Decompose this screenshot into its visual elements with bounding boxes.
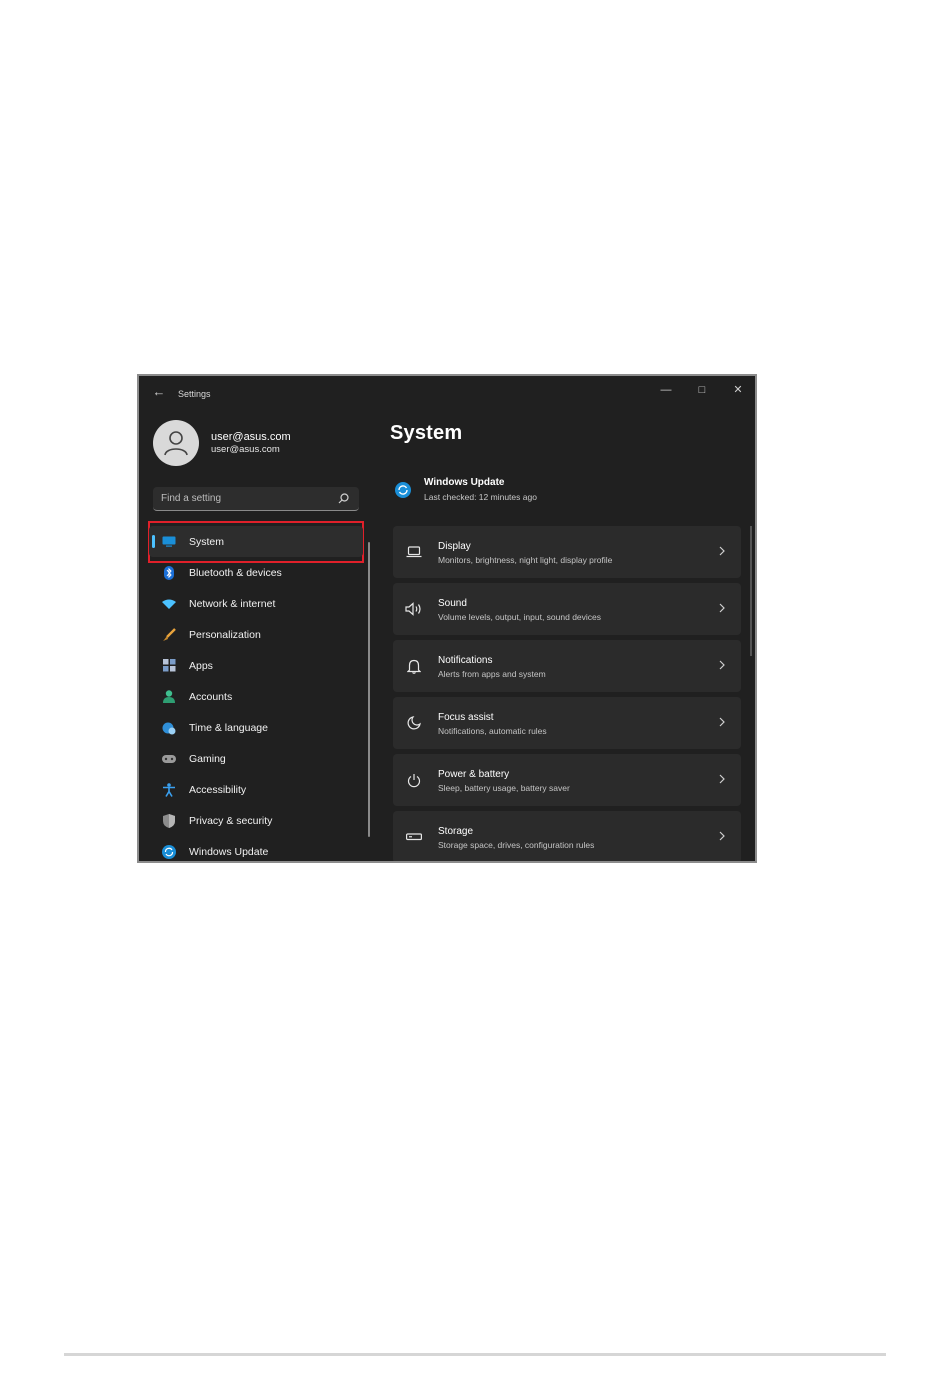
card-subtitle: Alerts from apps and system (438, 669, 546, 679)
card-subtitle: Sleep, battery usage, battery saver (438, 783, 570, 793)
sidebar-item-system[interactable]: System (149, 526, 363, 557)
avatar (153, 420, 199, 466)
sidebar-item-accessibility[interactable]: Accessibility (149, 774, 363, 805)
bell-icon (405, 658, 423, 674)
gamepad-icon (161, 751, 177, 767)
update-last-checked: Last checked: 12 minutes ago (424, 492, 537, 502)
card-title: Sound (438, 598, 467, 609)
sidebar-item-label: System (189, 535, 225, 548)
minimize-button[interactable]: — (649, 380, 683, 400)
page-footer-rule (64, 1353, 886, 1356)
sidebar-item-time-language[interactable]: Time & language (149, 712, 363, 743)
sidebar-scrollbar[interactable] (368, 542, 370, 837)
person-icon (161, 689, 177, 705)
card-title: Notifications (438, 655, 493, 666)
globe-clock-icon (161, 720, 177, 736)
active-indicator (152, 535, 155, 548)
sidebar-nav: System Bluetooth & devices Network & int… (149, 526, 363, 861)
sidebar-item-label: Personalization (189, 628, 261, 641)
chevron-right-icon (719, 603, 725, 613)
settings-window: ← Settings — □ ✕ user@asus.com user@asus… (137, 374, 757, 863)
chevron-right-icon (719, 774, 725, 784)
sidebar-item-gaming[interactable]: Gaming (149, 743, 363, 774)
card-sound[interactable]: Sound Volume levels, output, input, soun… (393, 583, 741, 635)
page-title: System (390, 422, 463, 444)
card-notifications[interactable]: Notifications Alerts from apps and syste… (393, 640, 741, 692)
sidebar-item-bluetooth[interactable]: Bluetooth & devices (149, 557, 363, 588)
search-box[interactable] (153, 487, 359, 511)
chevron-right-icon (719, 660, 725, 670)
profile-email: user@asus.com (211, 444, 280, 455)
speaker-icon (405, 601, 423, 617)
bluetooth-icon (161, 565, 177, 581)
card-subtitle: Monitors, brightness, night light, displ… (438, 555, 613, 565)
main-scrollbar[interactable] (750, 526, 752, 656)
card-subtitle: Notifications, automatic rules (438, 726, 547, 736)
sidebar-item-label: Windows Update (189, 845, 269, 858)
power-icon (405, 772, 423, 788)
search-icon[interactable] (338, 493, 349, 504)
settings-cards: Display Monitors, brightness, night ligh… (393, 526, 741, 861)
card-display[interactable]: Display Monitors, brightness, night ligh… (393, 526, 741, 578)
card-storage[interactable]: Storage Storage space, drives, configura… (393, 811, 741, 861)
brush-icon (161, 627, 177, 643)
shield-icon (161, 813, 177, 829)
sidebar-item-label: Gaming (189, 752, 226, 765)
title-bar: ← Settings — □ ✕ (139, 376, 755, 412)
sidebar-item-personalization[interactable]: Personalization (149, 619, 363, 650)
card-power-battery[interactable]: Power & battery Sleep, battery usage, ba… (393, 754, 741, 806)
update-icon (395, 482, 411, 498)
sidebar-item-label: Privacy & security (189, 814, 273, 827)
sidebar-item-label: Accessibility (189, 783, 247, 796)
sidebar-item-label: Bluetooth & devices (189, 566, 282, 579)
back-arrow-icon[interactable]: ← (151, 384, 167, 400)
sidebar-item-apps[interactable]: Apps (149, 650, 363, 681)
accessibility-icon (161, 782, 177, 798)
maximize-button[interactable]: □ (685, 380, 719, 400)
sidebar-item-windows-update[interactable]: Windows Update (149, 836, 363, 861)
card-subtitle: Volume levels, output, input, sound devi… (438, 612, 602, 622)
storage-icon (405, 829, 423, 845)
card-subtitle: Storage space, drives, configuration rul… (438, 840, 595, 850)
sidebar-item-label: Network & internet (189, 597, 276, 610)
update-icon (161, 844, 177, 860)
card-title: Power & battery (438, 769, 510, 780)
profile-name: user@asus.com (211, 431, 291, 443)
card-focus-assist[interactable]: Focus assist Notifications, automatic ru… (393, 697, 741, 749)
monitor-icon (161, 534, 177, 550)
apps-icon (161, 658, 177, 674)
sidebar-item-accounts[interactable]: Accounts (149, 681, 363, 712)
sidebar-item-privacy-security[interactable]: Privacy & security (149, 805, 363, 836)
card-title: Focus assist (438, 712, 494, 723)
sidebar-item-label: Apps (189, 659, 213, 672)
chevron-right-icon (719, 546, 725, 556)
wifi-icon (161, 596, 177, 612)
sidebar-item-network[interactable]: Network & internet (149, 588, 363, 619)
card-title: Display (438, 541, 471, 552)
update-title: Windows Update (424, 477, 505, 488)
laptop-icon (405, 544, 423, 560)
chevron-right-icon (719, 831, 725, 841)
close-button[interactable]: ✕ (721, 380, 755, 400)
sidebar-item-label: Time & language (189, 721, 268, 734)
app-title: Settings (178, 389, 211, 399)
sidebar-item-label: Accounts (189, 690, 233, 703)
person-avatar-icon (164, 431, 188, 456)
card-title: Storage (438, 826, 474, 837)
chevron-right-icon (719, 717, 725, 727)
moon-icon (405, 715, 423, 731)
search-input[interactable] (161, 490, 331, 506)
